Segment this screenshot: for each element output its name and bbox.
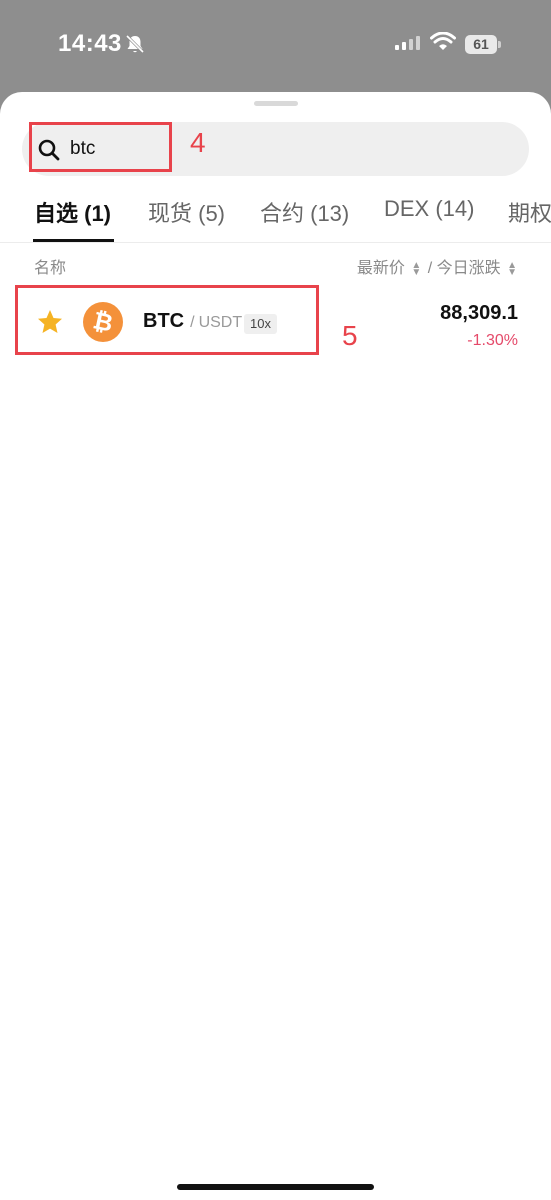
annotation-number-row: 5 — [342, 320, 358, 351]
last-price: 88,309.1 — [440, 302, 518, 324]
price-change: -1.30% — [467, 332, 518, 349]
tab-contracts[interactable]: 合约 (13) — [260, 196, 349, 228]
list-header: 名称 最新价 ▲ ▼ / 今日涨跌 ▲ ▼ — [0, 252, 551, 278]
sort-by-price[interactable]: 最新价 — [357, 260, 405, 277]
search-sheet: 4 自选 (1) 现货 (5) 合约 (13) DEX (14) 期权 名称 最… — [0, 92, 551, 1200]
header-separator: / — [427, 260, 433, 277]
battery-icon: 61 — [465, 35, 501, 54]
home-indicator[interactable] — [177, 1184, 374, 1190]
cellular-signal-icon — [395, 36, 420, 50]
column-name-header: 名称 — [34, 260, 67, 277]
annotation-box-row — [15, 285, 319, 355]
sort-arrows-icon[interactable]: ▲ ▼ — [411, 260, 421, 277]
bell-muted-icon — [125, 34, 145, 54]
sheet-grabber[interactable] — [254, 101, 298, 106]
wifi-icon — [430, 32, 456, 50]
column-price-change-header: 最新价 ▲ ▼ / 今日涨跌 ▲ ▼ — [357, 254, 519, 278]
status-time: 14:43 — [58, 30, 122, 57]
battery-level: 61 — [473, 36, 489, 52]
sort-by-change[interactable]: 今日涨跌 — [437, 260, 501, 277]
active-tab-indicator — [33, 239, 114, 242]
annotation-number-search: 4 — [190, 127, 206, 158]
status-bar: 14:43 61 — [0, 0, 551, 90]
category-tabs: 自选 (1) 现货 (5) 合约 (13) DEX (14) 期权 — [0, 188, 551, 243]
tab-options[interactable]: 期权 — [508, 196, 551, 228]
tab-spot[interactable]: 现货 (5) — [148, 196, 225, 228]
annotation-box-search — [29, 122, 172, 172]
sort-arrows-icon[interactable]: ▲ ▼ — [507, 260, 517, 277]
tab-favorites[interactable]: 自选 (1) — [34, 196, 111, 228]
tab-dex[interactable]: DEX (14) — [384, 196, 474, 222]
